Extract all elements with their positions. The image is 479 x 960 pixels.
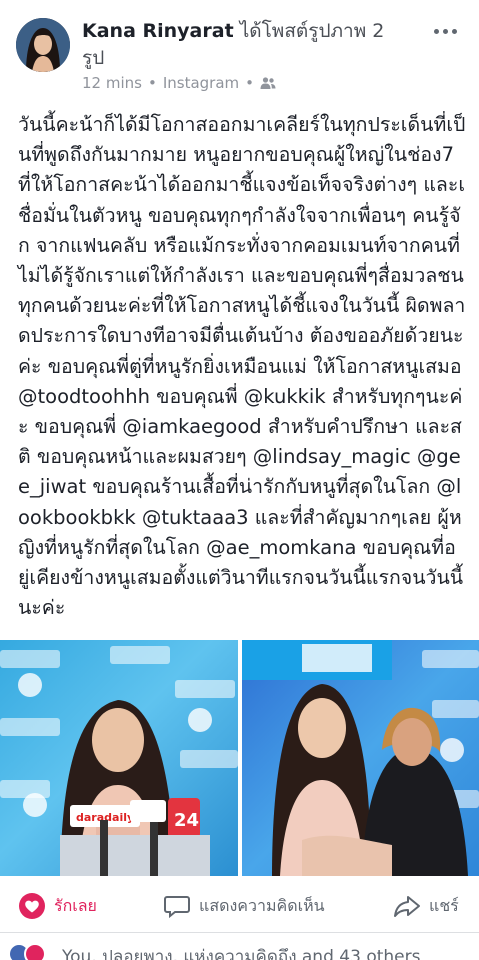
reactions-summary[interactable]: You, ปลอยพาง, แห่งความคิดถึง and 43 othe…: [0, 932, 479, 960]
love-reaction-button[interactable]: รักเลย: [18, 892, 97, 920]
comment-label: แสดงความคิดเห็น: [199, 895, 325, 915]
dot-icon: [442, 28, 448, 34]
post-source[interactable]: Instagram: [163, 74, 239, 92]
post-time[interactable]: 12 mins: [82, 74, 142, 92]
share-label: แชร์: [429, 895, 459, 915]
post-text: วันนี้คะน้าก็ได้มีโอกาสออกมาเคลียร์ในทุก…: [18, 113, 466, 620]
svg-text:24: 24: [174, 810, 199, 831]
avatar-image: [16, 18, 70, 72]
portrait-with-mother-photo: [242, 640, 479, 876]
author-line: Kana Rinyarat ได้โพสต์รูปภาพ 2 รูป: [82, 18, 402, 72]
post-header: Kana Rinyarat ได้โพสต์รูปภาพ 2 รูป 12 mi…: [0, 0, 479, 96]
press-conference-photo: daradaily 24: [0, 646, 238, 876]
heart-icon: [19, 893, 45, 919]
love-reaction-icon: [24, 943, 46, 960]
photo-grid: daradaily 24: [0, 640, 479, 876]
reactions-text: You, ปลอยพาง, แห่งความคิดถึง and 43 othe…: [62, 947, 421, 960]
dot-icon: [433, 28, 439, 34]
share-icon: [394, 896, 420, 917]
reaction-icons: [8, 943, 46, 960]
author-name[interactable]: Kana Rinyarat: [82, 20, 234, 42]
comment-button[interactable]: แสดงความคิดเห็น: [163, 892, 325, 920]
post-meta: 12 mins • Instagram •: [82, 74, 276, 92]
more-options-button[interactable]: [430, 22, 460, 40]
meta-separator: •: [147, 74, 157, 92]
meta-separator: •: [245, 74, 254, 92]
post-photo-right[interactable]: [242, 640, 479, 876]
post-photo-left[interactable]: daradaily 24: [0, 640, 238, 876]
like-label: รักเลย: [54, 895, 97, 915]
action-bar: รักเลย แสดงความคิดเห็น แชร์: [0, 880, 479, 932]
author-avatar[interactable]: [16, 18, 70, 72]
comment-icon: [164, 896, 190, 919]
share-button[interactable]: แชร์: [393, 892, 459, 920]
dot-icon: [451, 28, 457, 34]
friends-icon: [260, 77, 276, 89]
